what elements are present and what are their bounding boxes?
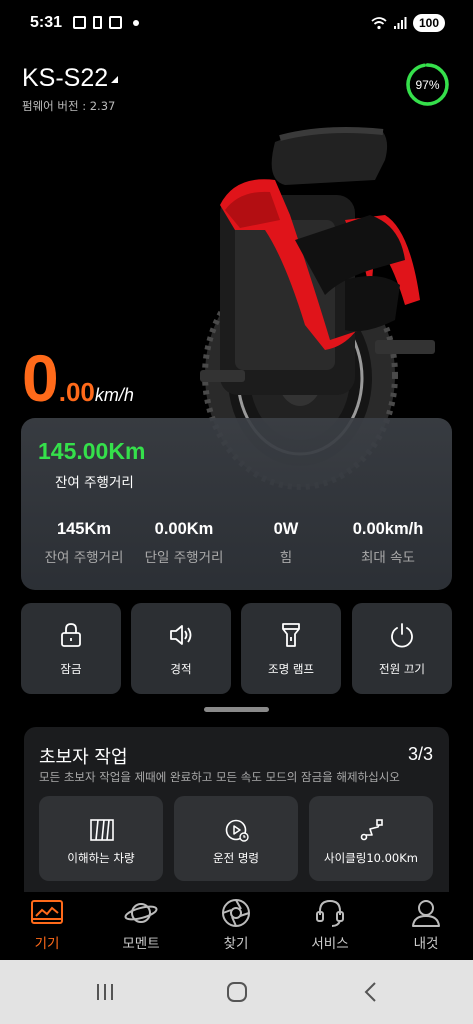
nav-service[interactable]: 서비스 — [290, 898, 370, 952]
headset-icon — [316, 899, 344, 927]
nav-label: 찾기 — [223, 936, 249, 952]
wifi-icon — [371, 17, 387, 30]
user-icon — [412, 900, 440, 927]
light-label: 조명 램프 — [268, 662, 314, 676]
status-notification-icons — [73, 16, 139, 29]
power-off-button[interactable]: 전원 끄기 — [352, 603, 452, 694]
drag-handle[interactable] — [204, 707, 269, 712]
speed-decimal: .00 — [58, 377, 95, 407]
stat-remaining: 145Km 잔여 주행거리 — [29, 520, 139, 566]
stat-value: 0.00Km — [154, 520, 214, 538]
sim-icon — [93, 16, 102, 29]
tasks-count: 3/3 — [407, 744, 433, 764]
aperture-icon — [222, 899, 250, 927]
speed-unit: km/h — [94, 385, 134, 405]
device-name: KS-S22 — [22, 64, 109, 92]
screenshot-icon — [73, 16, 86, 29]
lock-label: 잠금 — [60, 662, 82, 676]
bottom-navigation: 기기 모멘트 찾기 서비스 내것 — [0, 892, 473, 960]
stat-label: 힘 — [279, 550, 293, 566]
horn-button[interactable]: 경적 — [131, 603, 231, 694]
system-navigation-bar — [0, 960, 473, 1024]
status-system-icons: 100 — [371, 14, 445, 32]
signal-icon — [393, 17, 407, 29]
remaining-range-label: 잔여 주행거리 — [55, 475, 134, 491]
task-label: 이해하는 차량 — [67, 851, 135, 865]
device-icon — [31, 900, 63, 924]
stat-label: 단일 주행거리 — [144, 550, 224, 566]
task-label: 운전 명령 — [213, 851, 259, 865]
beginner-tasks-panel: 초보자 작업 3/3 모든 초보자 작업을 제때에 완료하고 모든 속도 모드의… — [24, 727, 449, 892]
home-icon[interactable] — [226, 981, 248, 1003]
recent-apps-icon[interactable] — [94, 981, 116, 1003]
stat-label: 최대 속도 — [361, 550, 415, 566]
battery-indicator: 100 — [412, 14, 445, 32]
nav-label: 내것 — [413, 936, 439, 952]
task-understand-vehicle[interactable]: 이해하는 차량 — [39, 796, 163, 881]
nav-label: 모멘트 — [122, 936, 160, 952]
stat-trip: 0.00Km 단일 주행거리 — [129, 520, 239, 566]
nav-label: 기기 — [34, 936, 60, 952]
stat-value: 0W — [273, 520, 299, 538]
nav-device[interactable]: 기기 — [7, 898, 87, 952]
task-cycling-distance[interactable]: 사이클링10.00Km — [309, 796, 433, 881]
speed-readout: 0.00km/h — [22, 340, 134, 416]
battery-percent: 97% — [415, 77, 440, 92]
nav-label: 서비스 — [311, 936, 349, 952]
task-riding-commands[interactable]: 운전 명령 — [174, 796, 298, 881]
stat-power: 0W 힘 — [231, 520, 341, 566]
back-icon[interactable] — [360, 981, 382, 1003]
power-icon — [391, 623, 413, 648]
stats-card: 145.00Km 잔여 주행거리 145Km 잔여 주행거리 0.00Km 단일… — [21, 418, 452, 590]
more-notifications-dot — [133, 19, 139, 26]
task-label: 사이클링10.00Km — [324, 851, 418, 865]
planet-icon — [124, 903, 158, 923]
stat-max-speed: 0.00km/h 최대 속도 — [333, 520, 443, 566]
tasks-title: 초보자 작업 — [39, 747, 128, 768]
lock-icon — [61, 623, 81, 647]
tasks-description: 모든 초보자 작업을 제때에 완료하고 모든 속도 모드의 잠금을 해제하십시오 — [39, 770, 400, 784]
nav-moments[interactable]: 모멘트 — [101, 898, 181, 952]
stat-value: 0.00km/h — [352, 520, 424, 538]
horn-label: 경적 — [170, 662, 192, 676]
flashlight-icon — [282, 623, 300, 647]
status-bar: 5:31 100 — [0, 0, 473, 48]
device-selector[interactable]: KS-S22 — [22, 64, 119, 93]
speaker-icon — [170, 625, 192, 645]
lock-button[interactable]: 잠금 — [21, 603, 121, 694]
stat-label: 잔여 주행거리 — [44, 550, 124, 566]
nav-discover[interactable]: 찾기 — [196, 898, 276, 952]
speed-integer: 0 — [22, 341, 59, 415]
play-clock-icon — [225, 819, 249, 842]
power-off-label: 전원 끄기 — [379, 662, 425, 676]
nav-mine[interactable]: 내것 — [386, 898, 466, 952]
light-button[interactable]: 조명 램프 — [241, 603, 341, 694]
dropdown-triangle-icon — [111, 75, 119, 83]
firmware-version: 펌웨어 버전 : 2.37 — [22, 99, 116, 113]
remaining-range-value: 145.00Km — [38, 438, 146, 464]
route-icon — [360, 819, 383, 841]
app-notification-icon — [109, 16, 122, 29]
vehicle-panel-icon — [90, 819, 114, 841]
status-time: 5:31 — [30, 14, 63, 31]
stat-value: 145Km — [56, 520, 112, 538]
